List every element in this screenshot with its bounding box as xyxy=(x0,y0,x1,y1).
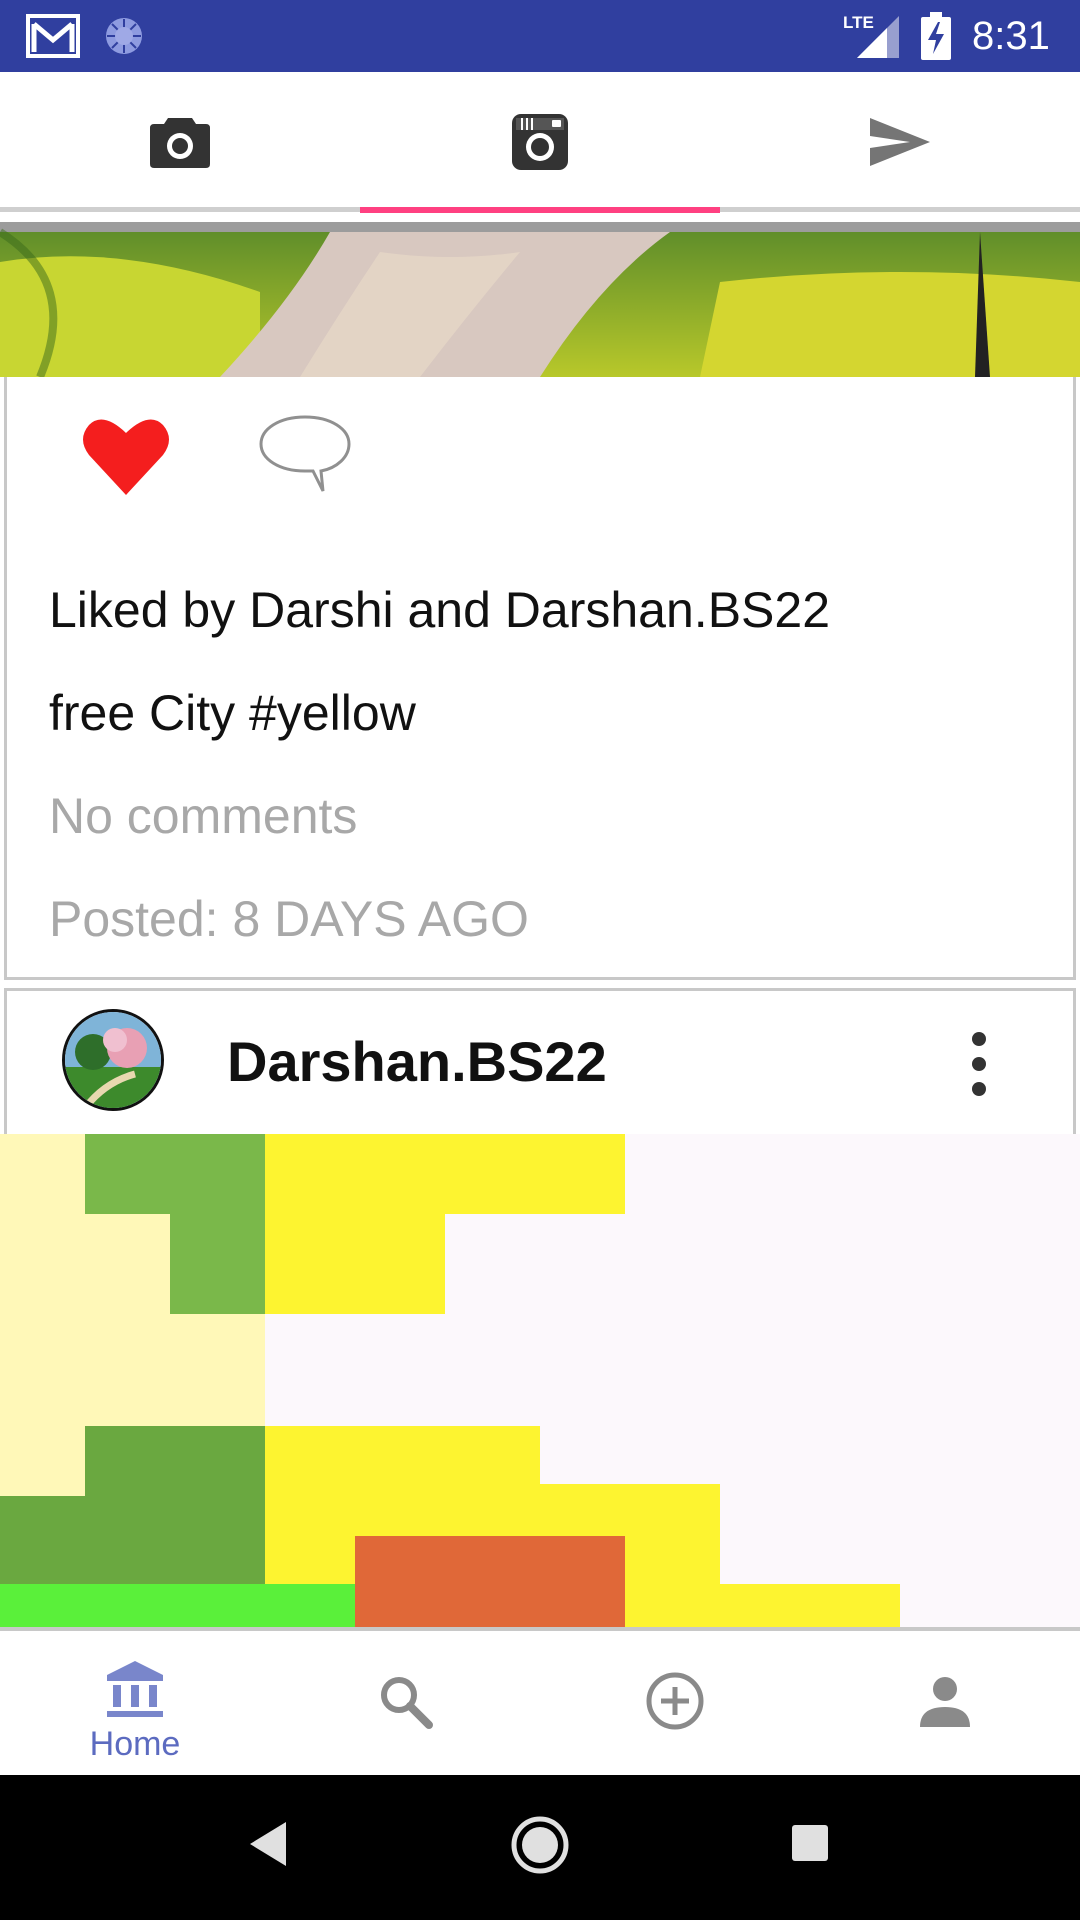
home-button-icon[interactable] xyxy=(510,1815,570,1875)
status-bar: LTE 8:31 xyxy=(0,0,1080,72)
post-username[interactable]: Darshan.BS22 xyxy=(227,1029,607,1095)
profile-icon xyxy=(920,1677,970,1727)
comments-link[interactable]: No comments xyxy=(49,786,357,846)
system-navigation-bar xyxy=(0,1775,1080,1920)
tab-indicator xyxy=(360,207,720,213)
nav-profile[interactable] xyxy=(810,1631,1080,1775)
back-icon[interactable] xyxy=(246,1818,290,1870)
heart-icon[interactable] xyxy=(83,413,169,497)
more-options-icon[interactable] xyxy=(957,1027,1001,1101)
lte-signal-icon: LTE xyxy=(843,13,899,58)
search-icon xyxy=(381,1677,433,1729)
battery-charging-icon xyxy=(921,12,951,60)
bottom-navigation: Home xyxy=(0,1627,1080,1775)
post-card: Liked by Darshi and Darshan.BS22 free Ci… xyxy=(4,377,1076,980)
svg-text:LTE: LTE xyxy=(843,13,874,32)
tab-send[interactable] xyxy=(720,72,1080,212)
gmail-icon xyxy=(26,14,80,58)
add-circle-icon xyxy=(646,1672,704,1730)
camera-icon xyxy=(150,118,210,168)
nav-home[interactable]: Home xyxy=(0,1631,270,1775)
tab-instagram[interactable] xyxy=(360,72,720,212)
comment-icon[interactable] xyxy=(257,413,353,497)
nav-add[interactable] xyxy=(540,1631,810,1775)
post-caption: free City #yellow xyxy=(49,685,416,741)
avatar[interactable] xyxy=(62,1009,164,1111)
home-icon xyxy=(107,1661,163,1717)
nav-home-label: Home xyxy=(89,1725,181,1763)
liked-by-text: Liked by Darshi and Darshan.BS22 xyxy=(49,582,831,638)
status-time: 8:31 xyxy=(972,14,1050,58)
post-header: Darshan.BS22 xyxy=(4,988,1076,1134)
post-image xyxy=(0,1134,1080,1628)
nav-search[interactable] xyxy=(270,1631,540,1775)
recents-icon[interactable] xyxy=(790,1823,830,1863)
instagram-icon xyxy=(512,114,568,170)
tab-camera[interactable] xyxy=(0,72,360,212)
send-icon xyxy=(870,118,930,166)
post-timestamp: Posted: 8 DAYS AGO xyxy=(49,891,529,947)
sync-icon xyxy=(106,18,142,54)
post-image xyxy=(0,222,1080,377)
top-tab-bar xyxy=(0,72,1080,213)
